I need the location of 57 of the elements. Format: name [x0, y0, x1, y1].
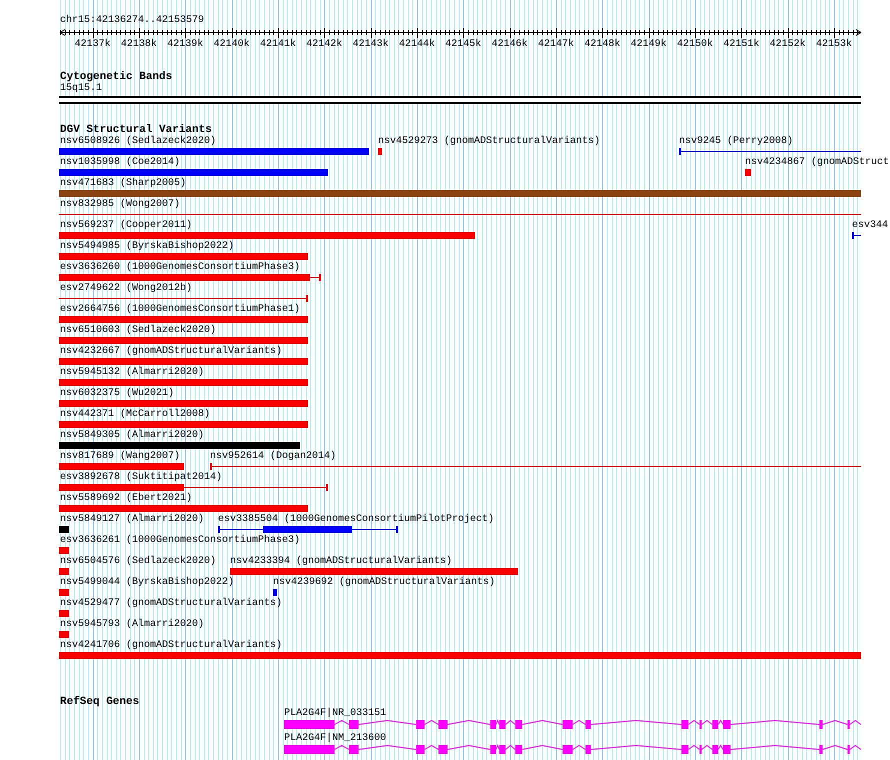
variant-label: nsv442371 (McCarroll2008): [60, 409, 210, 421]
variant-label: nsv4241706 (gnomADStructuralVariants): [60, 640, 282, 652]
variant-label: esv3385504 (1000GenomesConsortiumPilotProject): [218, 514, 494, 526]
variant-label: nsv5849127 (Almarri2020): [60, 514, 204, 526]
variant-label: nsv5499044 (ByrskaBishop2022): [60, 577, 234, 589]
variant-label: nsv5494985 (ByrskaBishop2022): [60, 241, 234, 253]
tick-label: 42140k: [214, 39, 250, 51]
variant-label: esv2749622 (Wong2012b): [60, 283, 192, 295]
tick-label: 42137k: [74, 39, 111, 51]
variant-label: nsv832985 (Wong2007): [60, 199, 180, 211]
gene-label: PLA2G4F|NM_213600: [284, 733, 386, 745]
tick-label: 42141k: [260, 39, 296, 51]
variant-label: nsv4233394 (gnomADStructuralVariants): [230, 556, 452, 568]
variant-label: nsv5945793 (Almarri2020): [60, 619, 204, 631]
variant-label: esv3636260 (1000GenomesConsortiumPhase3): [60, 262, 300, 274]
variant-label: nsv471683 (Sharp2005): [60, 178, 186, 190]
variant-label: nsv817689 (Wang2007): [60, 451, 180, 463]
variant-label: nsv952614 (Dogan2014): [210, 451, 336, 463]
track-title: RefSeq Genes: [60, 696, 140, 708]
tick-label: 42149k: [630, 39, 667, 51]
variant-label: esv344: [852, 220, 888, 232]
tick-label: 42143k: [352, 39, 389, 51]
tick-label: 42139k: [167, 39, 204, 51]
variant-label: nsv4239692 (gnomADStructuralVariants): [273, 577, 496, 589]
variant-label: nsv5589692 (Ebert2021): [60, 493, 192, 505]
track-title: DGV Structural Variants: [60, 124, 212, 136]
variant-label: nsv9245 (Perry2008): [679, 136, 794, 148]
tick-label: 42142k: [306, 39, 342, 51]
tick-label: 42146k: [492, 39, 528, 51]
tick-label: 42147k: [538, 39, 574, 51]
variant-label: nsv4529477 (gnomADStructuralVariants): [60, 598, 282, 610]
tick-label: 42144k: [398, 39, 435, 51]
track-title: Cytogenetic Bands: [60, 71, 174, 83]
band-label: 15q15.1: [60, 83, 104, 95]
variant-label: esv3636261 (1000GenomesConsortiumPhase3): [60, 535, 300, 547]
variant-label: nsv4234867 (gnomADStruct: [745, 157, 890, 169]
variant-label: nsv6508926 (Sedlazeck2020): [60, 136, 216, 148]
gene-label: PLA2G4F|NR_033151: [284, 708, 386, 720]
variant-label: nsv6032375 (Wu2021): [60, 388, 174, 400]
variant-label: esv2664756 (1000GenomesConsortiumPhase1): [60, 304, 300, 316]
tick-label: 42145k: [445, 39, 482, 51]
tick-label: 42152k: [770, 39, 806, 51]
tick-label: 42150k: [677, 39, 714, 51]
tick-label: 42148k: [584, 39, 620, 51]
tick-label: 42153k: [816, 39, 852, 51]
tick-label: 42138k: [120, 39, 157, 51]
variant-label: nsv569237 (Cooper2011): [60, 220, 192, 232]
variant-label: nsv5849305 (Almarri2020): [60, 430, 204, 442]
variant-label: nsv6510603 (Sedlazeck2020): [60, 325, 216, 337]
variant-label: nsv4232667 (gnomADStructuralVariants): [60, 346, 282, 358]
variant-label: esv3892678 (Suktitipat2014): [60, 472, 222, 484]
tick-label: 42151k: [723, 39, 760, 51]
variant-label: nsv1035998 (Coe2014): [60, 157, 180, 169]
variant-label: nsv6504576 (Sedlazeck2020): [60, 556, 216, 568]
location-label: chr15:42136274..42153579: [60, 15, 206, 27]
variant-label: nsv4529273 (gnomADStructuralVariants): [378, 136, 600, 148]
variant-label: nsv5945132 (Almarri2020): [60, 367, 204, 379]
